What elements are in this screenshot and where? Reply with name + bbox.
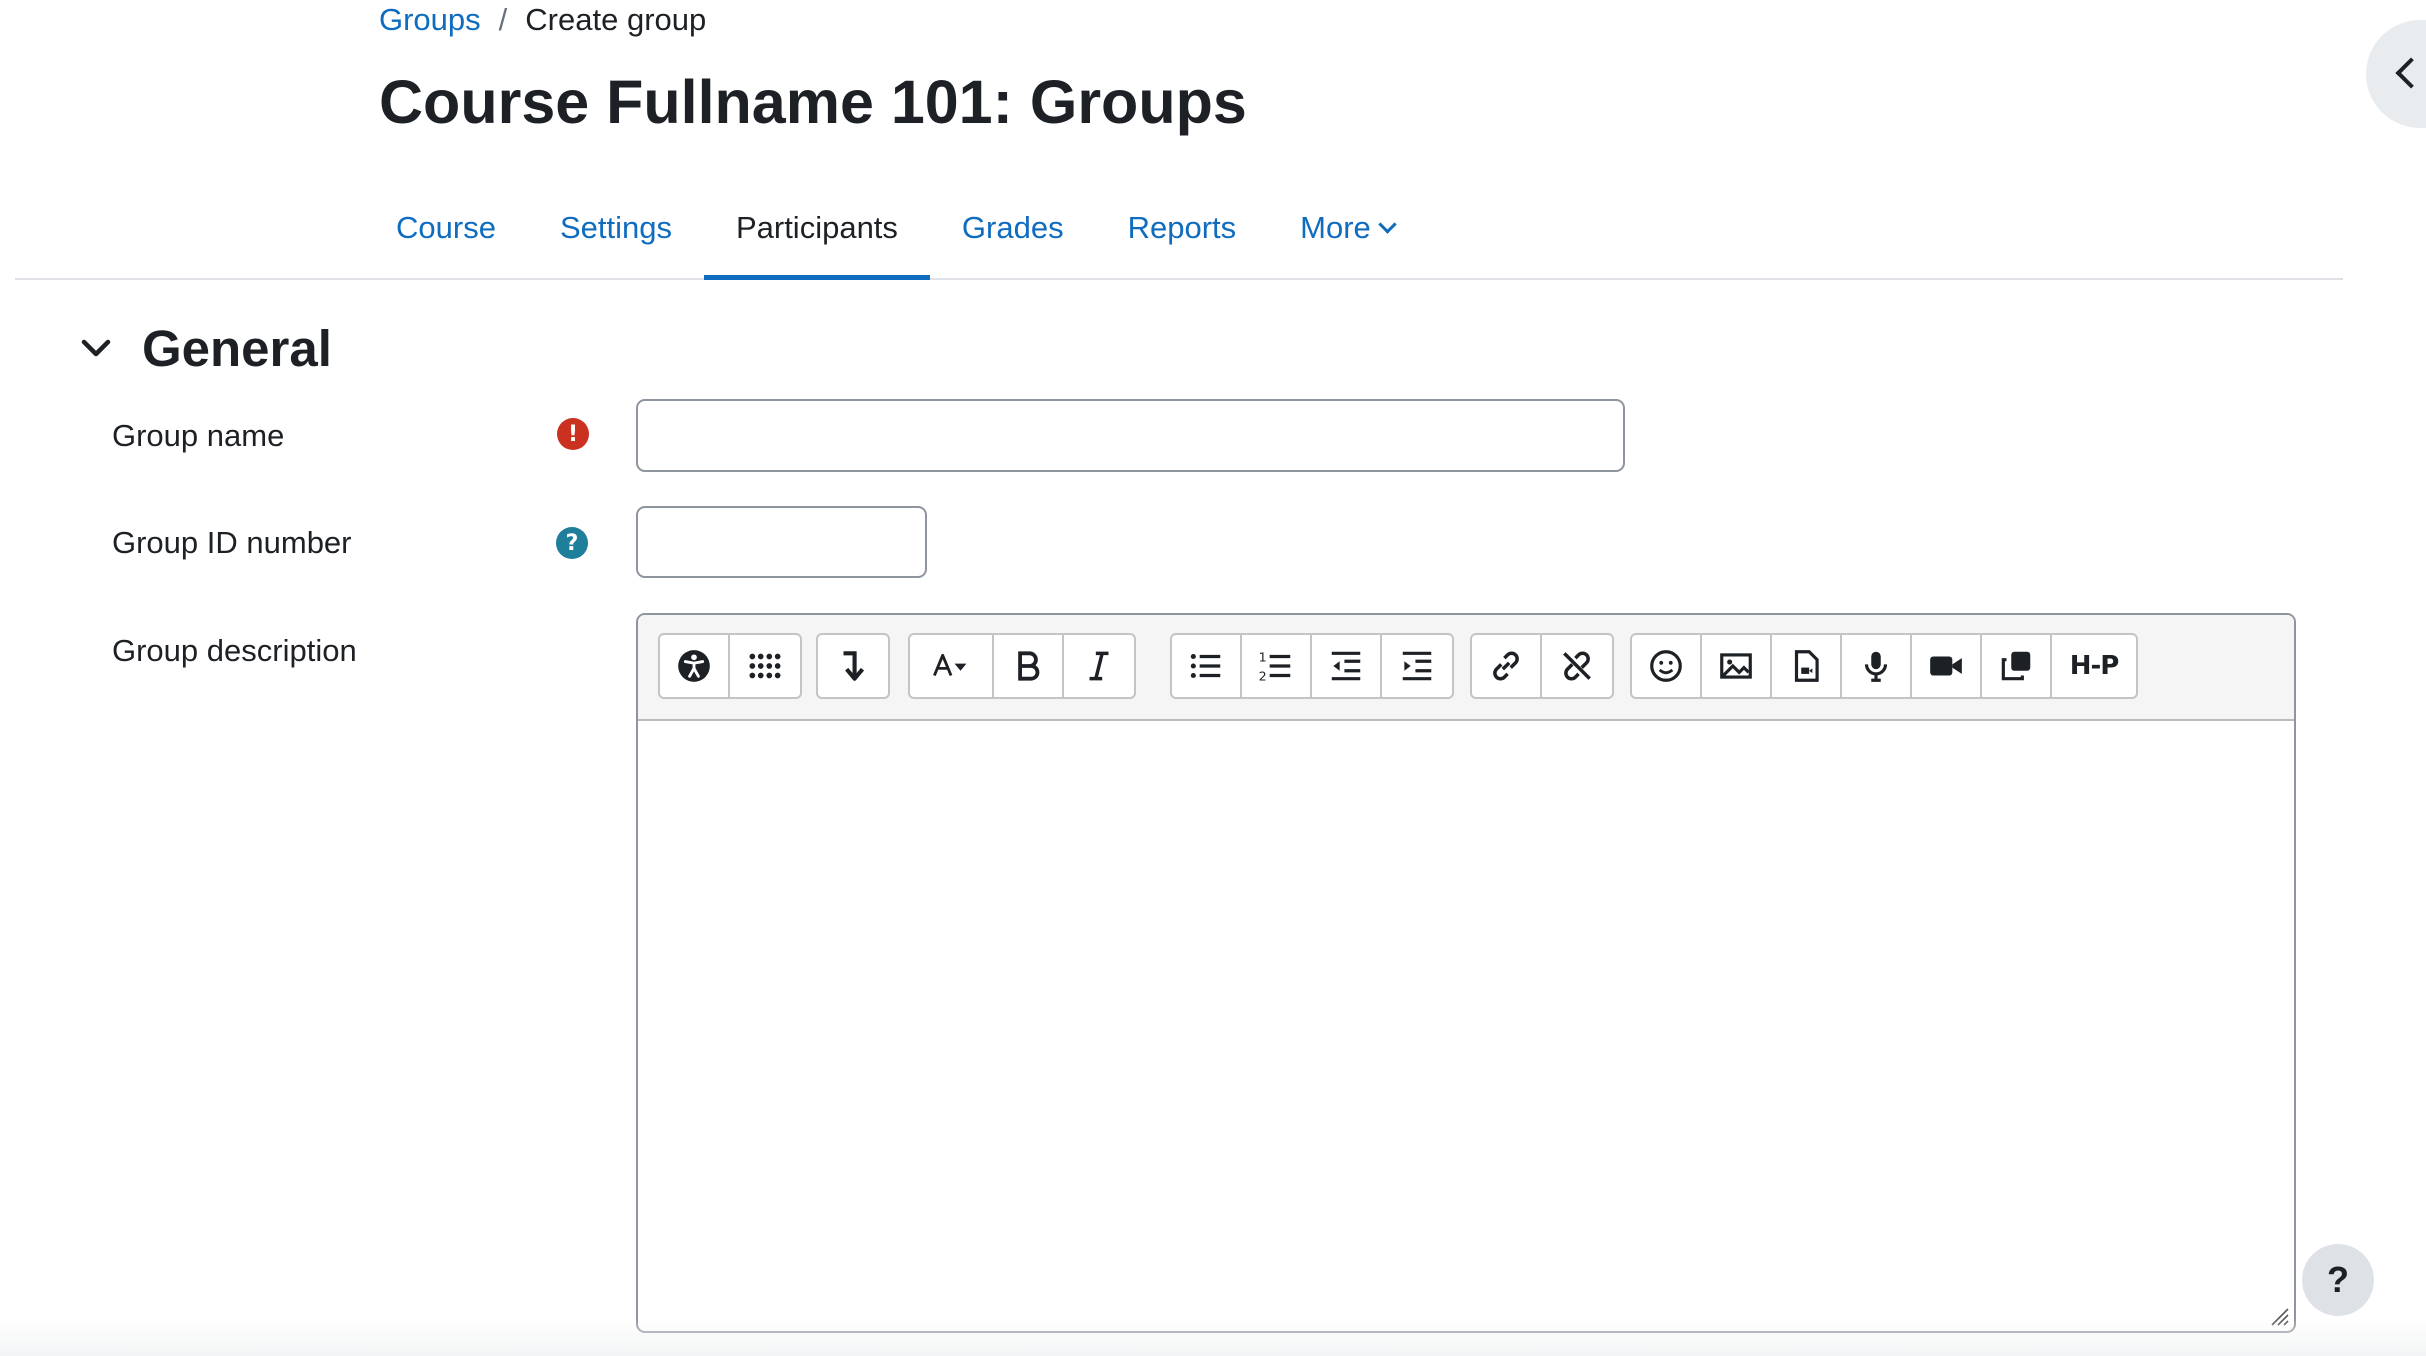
font-style-button[interactable] bbox=[910, 635, 994, 697]
tab-label: Grades bbox=[961, 210, 1064, 245]
tab-label: Course bbox=[396, 210, 496, 245]
bold-button[interactable] bbox=[994, 635, 1064, 697]
required-icon: ! bbox=[557, 418, 589, 450]
section-title: General bbox=[142, 320, 332, 377]
ordered-list-button[interactable]: 12 bbox=[1242, 635, 1312, 697]
numbered-list-icon: 12 bbox=[1259, 649, 1291, 683]
toolbar-group bbox=[1470, 633, 1614, 699]
h5p-icon: H-P bbox=[2069, 651, 2120, 681]
secondary-navigation: Course Settings Participants Grades Repo… bbox=[15, 178, 2343, 280]
tab-reports[interactable]: Reports bbox=[1096, 178, 1269, 278]
toolbar-group: 12 bbox=[1170, 633, 1454, 699]
bold-icon bbox=[1018, 651, 1040, 681]
editor-content-area[interactable] bbox=[638, 721, 2294, 1331]
media-button[interactable] bbox=[1772, 635, 1842, 697]
group-id-input[interactable] bbox=[636, 506, 927, 578]
svg-text:2: 2 bbox=[1259, 668, 1267, 683]
toolbar-group bbox=[816, 633, 890, 699]
indent-icon bbox=[1402, 651, 1432, 681]
breadcrumb-groups-link[interactable]: Groups bbox=[379, 2, 481, 38]
link-icon bbox=[1493, 651, 1519, 681]
image-button[interactable] bbox=[1702, 635, 1772, 697]
arrow-return-down-icon bbox=[843, 651, 865, 681]
record-video-button[interactable] bbox=[1912, 635, 1982, 697]
tab-settings[interactable]: Settings bbox=[528, 178, 704, 278]
link-button[interactable] bbox=[1472, 635, 1542, 697]
record-audio-button[interactable] bbox=[1842, 635, 1912, 697]
smiley-icon bbox=[1650, 650, 1682, 682]
manage-files-button[interactable] bbox=[1982, 635, 2052, 697]
video-camera-icon bbox=[1930, 656, 1962, 676]
tab-label: Reports bbox=[1127, 210, 1237, 245]
tab-participants[interactable]: Participants bbox=[703, 178, 930, 280]
toolbar-group bbox=[658, 633, 802, 699]
group-name-label: Group name bbox=[112, 418, 285, 453]
unlink-button[interactable] bbox=[1542, 635, 1612, 697]
bullet-list-icon bbox=[1190, 653, 1221, 679]
chevron-down-icon bbox=[1378, 214, 1397, 234]
accessibility-icon bbox=[678, 650, 710, 682]
microphone-icon bbox=[1864, 651, 1888, 682]
group-name-input[interactable] bbox=[636, 399, 1625, 472]
tab-label: Settings bbox=[559, 210, 672, 245]
outdent-button[interactable] bbox=[1312, 635, 1382, 697]
screenreader-helper-button[interactable] bbox=[818, 635, 888, 697]
help-button[interactable]: ? bbox=[2302, 1244, 2374, 1316]
grid-dots-icon bbox=[749, 653, 781, 679]
collapse-section-chevron-icon[interactable] bbox=[78, 330, 114, 366]
outdent-icon bbox=[1331, 651, 1361, 681]
unlink-icon bbox=[1563, 651, 1591, 681]
footer-fade bbox=[0, 1318, 2426, 1356]
breadcrumb-current: Create group bbox=[525, 2, 707, 37]
editor-toolbar: 12 H-P bbox=[638, 615, 2294, 721]
toolbar-group bbox=[908, 633, 1136, 699]
rich-text-editor: 12 H-P bbox=[636, 613, 2296, 1333]
breadcrumb: Groups / Create group bbox=[379, 0, 706, 40]
italic-icon bbox=[1089, 651, 1109, 681]
font-style-icon bbox=[933, 653, 967, 677]
group-id-label: Group ID number bbox=[112, 525, 352, 560]
help-icon[interactable]: ? bbox=[556, 527, 588, 559]
image-icon bbox=[1720, 653, 1752, 679]
show-more-buttons[interactable] bbox=[730, 635, 800, 697]
chevron-left-icon bbox=[2395, 57, 2426, 89]
file-media-icon bbox=[1794, 650, 1819, 682]
h5p-button[interactable]: H-P bbox=[2052, 635, 2136, 697]
tab-label: Participants bbox=[735, 210, 898, 245]
emoji-button[interactable] bbox=[1632, 635, 1702, 697]
copy-files-icon bbox=[2001, 651, 2031, 681]
italic-button[interactable] bbox=[1064, 635, 1134, 697]
open-drawer-button[interactable] bbox=[2366, 20, 2426, 128]
tab-course[interactable]: Course bbox=[364, 178, 528, 278]
page-title: Course Fullname 101: Groups bbox=[379, 68, 1247, 136]
group-description-label: Group description bbox=[112, 633, 357, 668]
breadcrumb-separator: / bbox=[498, 2, 508, 37]
accessibility-checker-button[interactable] bbox=[660, 635, 730, 697]
tab-label: More bbox=[1300, 210, 1371, 245]
indent-button[interactable] bbox=[1382, 635, 1452, 697]
unordered-list-button[interactable] bbox=[1172, 635, 1242, 697]
tab-more[interactable]: More bbox=[1268, 178, 1426, 278]
tab-grades[interactable]: Grades bbox=[930, 178, 1096, 278]
svg-text:1: 1 bbox=[1259, 649, 1267, 664]
toolbar-group: H-P bbox=[1630, 633, 2138, 699]
